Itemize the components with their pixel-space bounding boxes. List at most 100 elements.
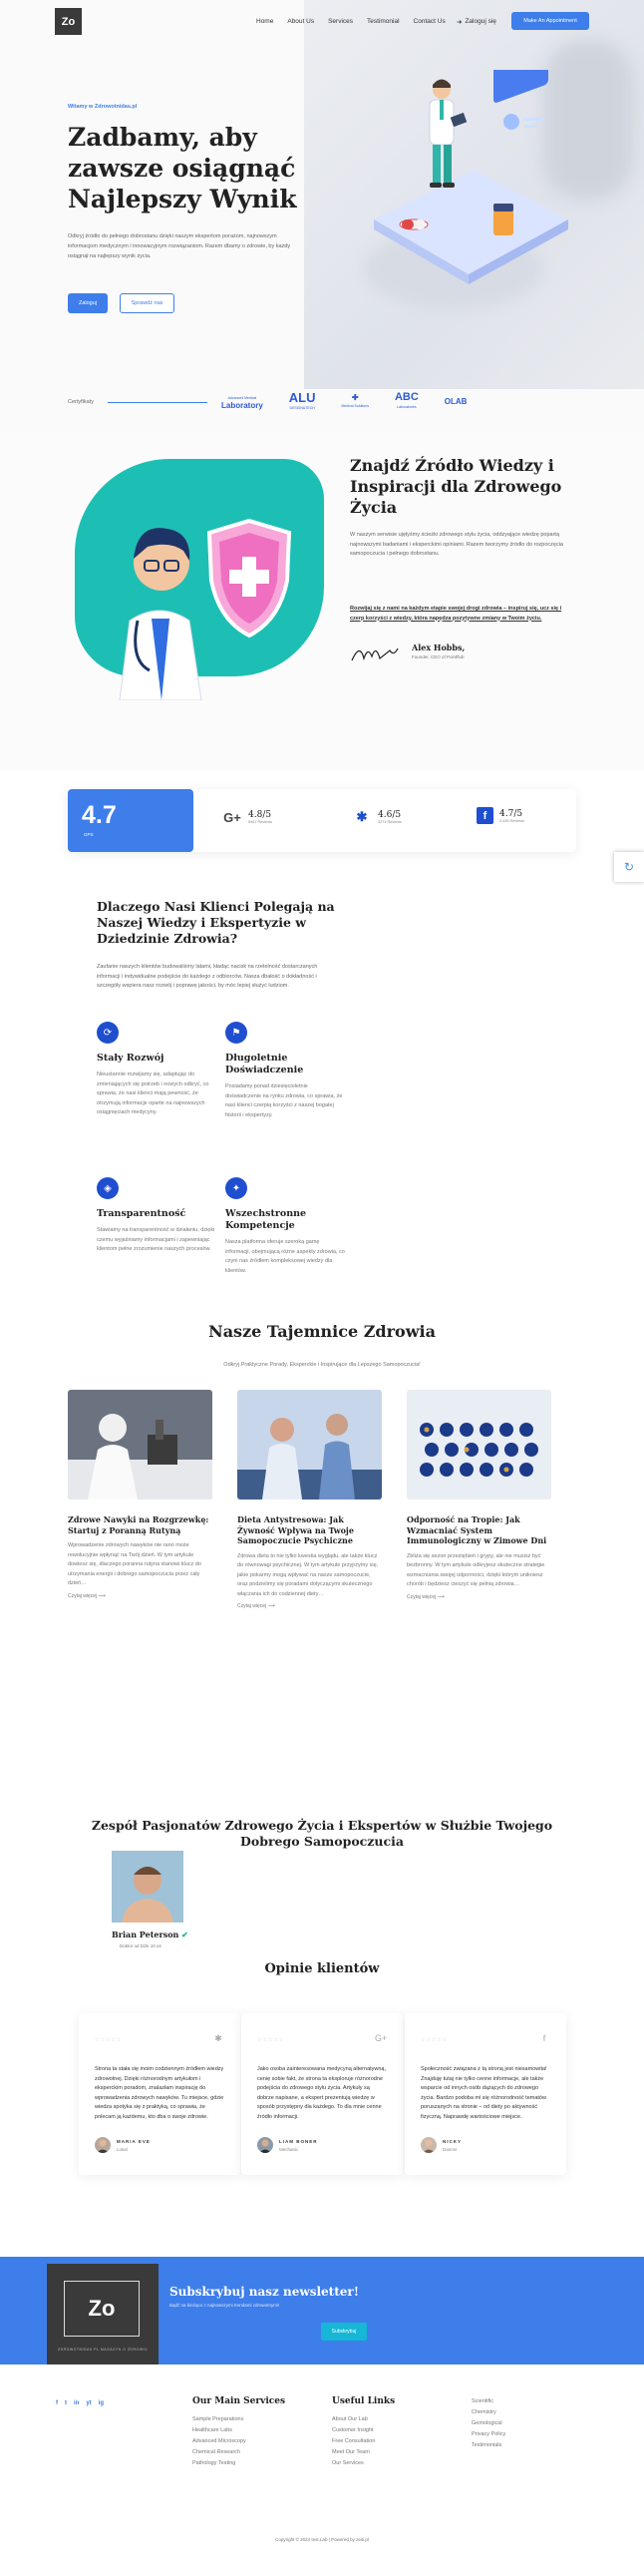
nav-about[interactable]: About Us: [287, 18, 314, 25]
author-name: Alex Hobbs,: [412, 643, 466, 652]
login-hero-button[interactable]: Zaloguj: [68, 293, 108, 313]
feature-title: Transparentność: [97, 1208, 186, 1219]
team-member-name: Brian Peterson ✔: [112, 1930, 188, 1939]
post-title[interactable]: Zdrowe Nawyki na Rozgrzewkę: Startuj z P…: [68, 1514, 212, 1535]
footer-link[interactable]: Sample Preparations: [192, 2414, 285, 2425]
feature-title: Długoletnie Doświadczenie: [225, 1053, 304, 1075]
nav-services[interactable]: Services: [328, 18, 353, 25]
footer-link[interactable]: Our Services: [332, 2458, 395, 2469]
avatar: [257, 2137, 273, 2153]
footer-link[interactable]: Meet Our Team: [332, 2447, 395, 2458]
rating-facebook-value: 4.7/5: [499, 808, 523, 819]
partner-logo-olab: OLAB: [444, 396, 468, 406]
testimonial-card: ☆☆☆☆☆ f Społeczność związana z tą stroną…: [405, 2013, 566, 2175]
blog-title: Nasze Tajemnice Zdrowia: [208, 1322, 436, 1341]
certified-label: Certyfikaty: [68, 399, 94, 405]
footer-link[interactable]: Scientific: [472, 2396, 505, 2407]
rating-stars-icon: ☆☆☆☆☆: [95, 2037, 123, 2043]
nav-contact[interactable]: Contact Us: [414, 18, 446, 25]
footer-col-title: Useful Links: [332, 2396, 396, 2406]
footer-link[interactable]: Customer Insight: [332, 2425, 395, 2436]
certified-strip: Certyfikaty Advanced Medical Laboratory A…: [0, 389, 644, 431]
footer-link[interactable]: Chemistry: [472, 2407, 505, 2418]
check-us-button[interactable]: Sprawdź nas: [120, 293, 174, 313]
footer-link[interactable]: Pathology Testing: [192, 2458, 285, 2469]
instagram-icon[interactable]: ig: [99, 2400, 104, 2406]
arrow-right-icon: ⟶: [267, 1603, 275, 1609]
growth-icon: ⟳: [97, 1022, 119, 1044]
nav-home[interactable]: Home: [256, 18, 273, 25]
footer-col-title: Our Main Services: [192, 2396, 286, 2406]
footer-link[interactable]: About Our Lab: [332, 2414, 395, 2425]
testimonial-text: Jako osoba zainteresowana medycyną alter…: [257, 2066, 387, 2120]
hero-title: Zadbamy, aby zawsze osiągnąć Najlepszy W…: [68, 123, 297, 214]
footer-link[interactable]: Privacy Policy: [472, 2429, 505, 2440]
avatar: [421, 2137, 437, 2153]
why-us-section: Dlaczego Nasi Klienci Polegają na Naszej…: [0, 878, 644, 1297]
newsletter-logo-caption: ZDROWOTNIDAS.PL MAGAZYN O ZDROWIU: [57, 2348, 149, 2352]
facebook-icon[interactable]: f: [56, 2400, 58, 2406]
twitter-icon[interactable]: t: [65, 2400, 67, 2406]
footer-link[interactable]: Healthcare Labs: [192, 2425, 285, 2436]
hero-section: Witamy w Zdrowotnidas.pl Zadbamy, aby za…: [0, 0, 644, 431]
post-image-lab: [68, 1390, 212, 1500]
nav-testimonial[interactable]: Testimonial: [367, 18, 400, 25]
facebook-icon: f: [477, 807, 493, 824]
feature-experience: ⚑ Długoletnie Doświadczenie Posiadamy po…: [225, 1022, 345, 1120]
testimonial-role: Mechanic: [279, 2147, 299, 2152]
youtube-icon[interactable]: yt: [86, 2400, 91, 2406]
footer-link[interactable]: Free Consultation: [332, 2436, 395, 2447]
login-label: Zaloguj się: [465, 18, 496, 25]
appointment-button[interactable]: Make An Appointment: [511, 12, 589, 30]
yelp-icon: ✱: [356, 809, 368, 824]
rating-google-count: 5467 Reviews: [248, 820, 272, 824]
doctor-shield-illustration: [119, 518, 292, 700]
read-more-link[interactable]: Czytaj więcej ⟶: [68, 1593, 212, 1599]
blog-post[interactable]: Dieta Antystresowa: Jak Żywność Wpływa n…: [237, 1390, 382, 1609]
read-more-link[interactable]: Czytaj więcej ⟶: [407, 1594, 551, 1600]
footer-link[interactable]: Testimonials: [472, 2440, 505, 2451]
transparency-icon: ◈: [97, 1177, 119, 1199]
blog-post[interactable]: Zdrowe Nawyki na Rozgrzewkę: Startuj z P…: [68, 1390, 212, 1599]
footer-link[interactable]: Gemological: [472, 2418, 505, 2429]
rating-stars-icon: ☆☆☆☆☆: [421, 2037, 449, 2043]
rating-google: G+ 4.8/5 5467 Reviews: [222, 807, 272, 827]
blog-post[interactable]: Odporność na Tropie: Jak Wzmacniać Syste…: [407, 1390, 551, 1600]
rating-google-value: 4.8/5: [248, 810, 272, 820]
feature-title: Wszechstronne Kompetencje: [225, 1208, 307, 1231]
doctor-isometric-illustration: [374, 70, 568, 284]
newsletter-logo: Zo ZDROWOTNIDAS.PL MAGAZYN O ZDROWIU: [47, 2264, 159, 2375]
login-link[interactable]: ➜ Zaloguj się: [457, 18, 496, 26]
rating-yelp-count: 3274 Reviews: [378, 820, 402, 824]
verified-icon: ✔: [181, 1930, 188, 1939]
post-title[interactable]: Odporność na Tropie: Jak Wzmacniać Syste…: [407, 1514, 551, 1546]
overall-rating-value: 4.7: [82, 801, 117, 829]
testimonial-name: MARIA EVE: [117, 2139, 151, 2144]
facebook-icon: f: [542, 2033, 546, 2043]
footer-col-services: Our Main Services Sample Preparations He…: [192, 2396, 285, 2469]
experience-icon: ⚑: [225, 1022, 247, 1044]
linkedin-icon[interactable]: in: [74, 2400, 79, 2406]
main-nav: Home About Us Services Testimonial Conta…: [256, 18, 446, 25]
rating-yelp-value: 4.6/5: [378, 810, 402, 820]
partner-logo-laboratory: Advanced Medical Laboratory: [221, 395, 263, 410]
testimonial-text: Strona ta stała się moim codziennym źród…: [95, 2066, 224, 2120]
subscribe-button[interactable]: Subskrybuj: [321, 2323, 367, 2341]
partner-logo-abc: ABC Laboratories: [394, 391, 419, 410]
team-member-role: Doktor od Dzik 10 x4: [120, 1943, 161, 1948]
post-image-vials: [407, 1390, 551, 1500]
ratings-bar: 4.7 GPS G+ 4.8/5 5467 Reviews ✱ 4.6/5 3274…: [68, 789, 576, 852]
newsletter-title: Subskrybuj nasz newsletter!: [169, 2285, 359, 2299]
testimonial-card: ☆☆☆☆☆ ✱ Strona ta stała się moim codzien…: [79, 2013, 240, 2175]
site-logo[interactable]: Zo: [55, 8, 82, 35]
arrow-right-icon: ⟶: [98, 1592, 106, 1599]
post-title[interactable]: Dieta Antystresowa: Jak Żywność Wpływa n…: [237, 1514, 382, 1546]
hero-eyebrow: Witamy w Zdrowotnidas.pl: [68, 104, 138, 110]
footer-link[interactable]: Advanced Microscopy: [192, 2436, 285, 2447]
read-more-link[interactable]: Czytaj więcej ⟶: [237, 1603, 382, 1609]
login-icon: ➜: [457, 19, 463, 26]
feature-text: Posiadamy ponad dziesięcioletnie doświad…: [225, 1083, 343, 1118]
footer-link[interactable]: Chemical Research: [192, 2447, 285, 2458]
feature-text: Nieustannie rozwijamy się, adaptując do …: [97, 1072, 209, 1115]
feature-title: Stały Rozwój: [97, 1053, 164, 1064]
